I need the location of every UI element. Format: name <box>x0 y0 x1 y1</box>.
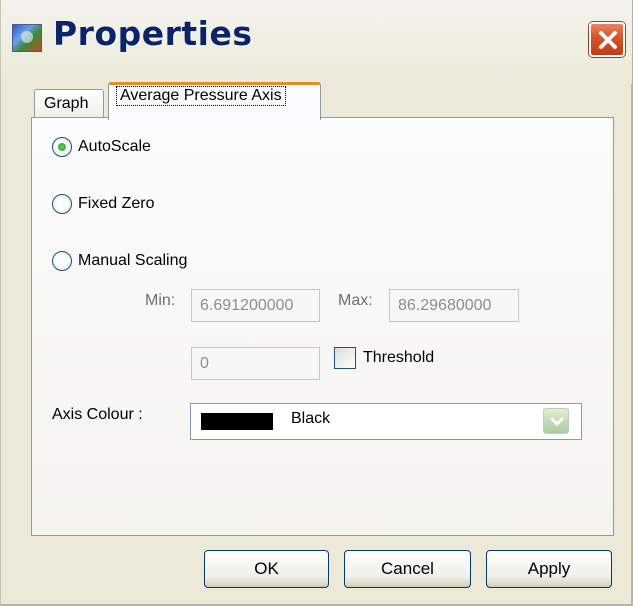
tab-average-pressure-axis[interactable]: Average Pressure Axis <box>108 82 321 120</box>
axis-colour-select[interactable]: Black <box>190 403 582 440</box>
autoscale-radio[interactable] <box>52 137 72 157</box>
ok-button[interactable]: OK <box>204 550 329 588</box>
max-input[interactable]: 86.29680000 <box>389 289 519 322</box>
tab-average-pressure-axis-label: Average Pressure Axis <box>116 86 286 106</box>
chevron-down-icon <box>550 417 564 426</box>
tab-graph[interactable]: Graph <box>34 89 104 118</box>
dropdown-button[interactable] <box>543 408 569 434</box>
max-label: Max: <box>338 292 373 309</box>
threshold-input[interactable]: 0 <box>191 347 320 380</box>
tab-graph-label: Graph <box>44 95 89 112</box>
properties-dialog: Properties Graph Average Pressure Axis A… <box>0 0 633 606</box>
threshold-label[interactable]: Threshold <box>363 349 434 367</box>
axis-colour-value: Black <box>291 410 331 427</box>
cancel-button[interactable]: Cancel <box>344 550 471 588</box>
autoscale-label[interactable]: AutoScale <box>78 138 151 156</box>
min-label: Min: <box>145 292 176 309</box>
window-title: Properties <box>53 14 253 53</box>
close-icon <box>599 31 617 49</box>
fixed-zero-label[interactable]: Fixed Zero <box>78 195 154 213</box>
apply-button[interactable]: Apply <box>486 550 612 588</box>
min-input[interactable]: 6.691200000 <box>191 289 320 322</box>
app-icon <box>12 24 42 52</box>
title-bar[interactable]: Properties <box>1 0 632 84</box>
manual-scaling-radio[interactable] <box>52 251 72 271</box>
close-button[interactable] <box>589 22 625 57</box>
tab-panel <box>31 117 614 536</box>
manual-scaling-label[interactable]: Manual Scaling <box>78 252 187 270</box>
colour-swatch <box>201 413 273 430</box>
fixed-zero-radio[interactable] <box>52 194 72 214</box>
threshold-checkbox[interactable] <box>334 347 356 369</box>
axis-colour-label: Axis Colour : <box>52 406 143 423</box>
